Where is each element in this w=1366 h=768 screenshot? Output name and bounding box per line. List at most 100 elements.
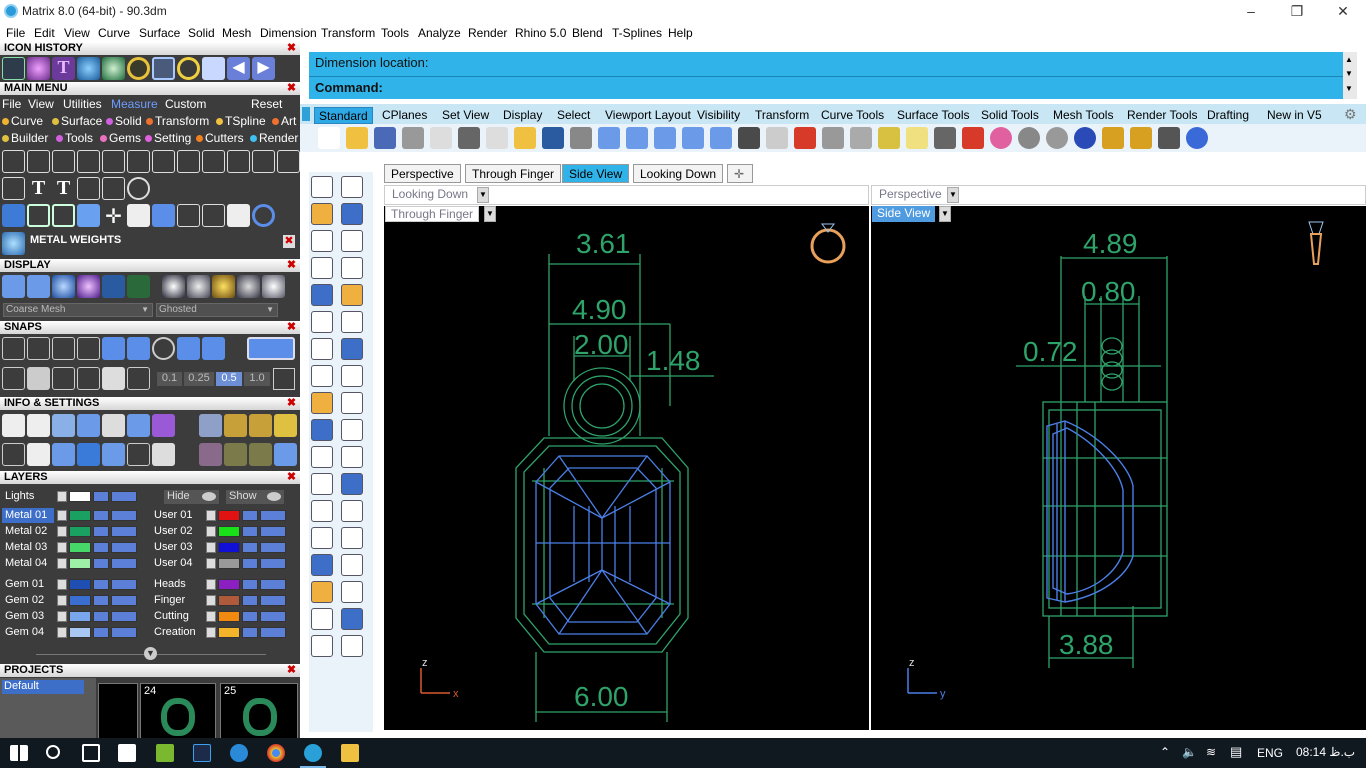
close-icon[interactable]: ✖ <box>286 321 297 333</box>
layer-color-swatch[interactable] <box>69 510 91 521</box>
vertical-dim-icon[interactable] <box>102 150 125 173</box>
filter-icon[interactable] <box>102 443 125 466</box>
tab-curve-tools[interactable]: Curve Tools <box>817 107 888 124</box>
settings-gear-icon[interactable] <box>2 414 25 437</box>
command-scrollbar[interactable]: ▲ ▼ ▼ <box>1343 52 1357 99</box>
mirror-icon[interactable] <box>341 527 363 549</box>
visibility-icon[interactable] <box>111 558 137 569</box>
layer-color-swatch[interactable] <box>69 558 91 569</box>
blue-sphere-icon[interactable] <box>1074 127 1096 149</box>
restore-button[interactable]: ❐ <box>1274 0 1320 23</box>
sphere-tool-icon[interactable] <box>27 57 50 80</box>
menu-help[interactable]: Help <box>668 26 693 40</box>
rotate-info-icon[interactable] <box>199 443 222 466</box>
dim-style-icon[interactable] <box>277 150 300 173</box>
close-icon[interactable]: ✖ <box>286 82 297 94</box>
main-menu-gems[interactable]: Gems <box>100 131 141 145</box>
layer-color-swatch[interactable] <box>218 579 240 590</box>
lock-icon[interactable] <box>242 558 258 569</box>
close-button[interactable]: ✕ <box>1320 0 1366 23</box>
layer-row-gem-03[interactable]: Gem 03 <box>2 609 142 624</box>
display-mode-select[interactable]: Ghosted ▼ <box>156 303 278 317</box>
lock-icon[interactable] <box>242 510 258 521</box>
folder-tool-icon[interactable] <box>202 57 225 80</box>
cube-icon[interactable] <box>2 204 25 227</box>
layer-row-gem-01[interactable]: Gem 01 <box>2 577 142 592</box>
diamond-snap-icon[interactable] <box>102 367 125 390</box>
join-icon[interactable] <box>341 392 363 414</box>
main-menu-art[interactable]: Art <box>272 114 296 128</box>
zoom-icon[interactable] <box>710 127 732 149</box>
zoom-window-icon[interactable] <box>626 127 648 149</box>
help-icon[interactable] <box>1186 127 1208 149</box>
boolean-icon[interactable] <box>311 446 333 468</box>
lock-icon[interactable] <box>242 627 258 638</box>
layer-color-swatch[interactable] <box>69 526 91 537</box>
visibility-icon[interactable] <box>260 579 286 590</box>
visibility-icon[interactable] <box>111 579 137 590</box>
technical-icon[interactable] <box>127 275 150 298</box>
box-icon[interactable] <box>311 338 333 360</box>
layer-row-user-02[interactable]: User 02 <box>151 524 291 539</box>
white-sphere-icon[interactable] <box>1046 127 1068 149</box>
layer-expand-icon[interactable] <box>57 627 67 638</box>
text-icon[interactable] <box>311 500 333 522</box>
lock-icon[interactable] <box>93 542 109 553</box>
chevron-down-icon[interactable]: ▼ <box>947 187 959 203</box>
main-menu-custom[interactable]: Custom <box>165 97 206 111</box>
layer-row-metal-02[interactable]: Metal 02 <box>2 524 142 539</box>
menu-tools[interactable]: Tools <box>381 26 409 40</box>
file-explorer-icon[interactable] <box>341 744 359 762</box>
analysis-icon[interactable] <box>27 414 50 437</box>
menu-rhino5[interactable]: Rhino 5.0 <box>515 26 566 40</box>
solid-info-icon[interactable] <box>77 443 100 466</box>
wire-sphere-icon[interactable] <box>237 275 260 298</box>
mesh-density-select[interactable]: Coarse Mesh ▼ <box>3 303 153 317</box>
polyline-icon[interactable] <box>311 203 333 225</box>
tab-transform[interactable]: Transform <box>751 107 813 124</box>
layer-expand-icon[interactable] <box>57 542 67 553</box>
rotate-view-icon[interactable] <box>598 127 620 149</box>
layer-color-swatch[interactable] <box>218 627 240 638</box>
trim-icon[interactable] <box>341 419 363 441</box>
layer-row-metal-03[interactable]: Metal 03 <box>2 540 142 555</box>
main-menu-cutters[interactable]: Cutters <box>196 131 244 145</box>
select-arrow-icon[interactable] <box>311 176 333 198</box>
visibility-icon[interactable] <box>111 542 137 553</box>
visibility-icon[interactable] <box>260 510 286 521</box>
layer-expand-icon[interactable] <box>57 611 67 622</box>
lock-icon[interactable] <box>242 611 258 622</box>
print-icon[interactable] <box>402 127 424 149</box>
vp-label-perspective[interactable]: Perspective <box>874 187 947 203</box>
windows-start-icon[interactable] <box>10 745 28 761</box>
project-default[interactable]: Default <box>2 680 84 694</box>
scale-info-icon[interactable] <box>249 443 272 466</box>
minimize-button[interactable]: – <box>1228 0 1274 23</box>
layer-row-creation[interactable]: Creation <box>151 625 291 640</box>
layer-expand-icon[interactable] <box>206 558 216 569</box>
lock-icon[interactable] <box>242 542 258 553</box>
tab-viewport-layout[interactable]: Viewport Layout <box>601 107 695 124</box>
expand-icon[interactable]: ▼ <box>144 647 157 660</box>
text-block-icon[interactable]: T <box>52 177 75 200</box>
cam3-icon[interactable] <box>249 414 272 437</box>
gumball-snap-icon[interactable] <box>127 367 150 390</box>
group-icon[interactable] <box>177 204 200 227</box>
layer-color-swatch[interactable] <box>218 558 240 569</box>
close-icon[interactable]: ✖ <box>286 42 297 54</box>
task-view-icon[interactable] <box>82 744 100 762</box>
layer-expand-icon[interactable] <box>57 558 67 569</box>
layer-row-gem-04[interactable]: Gem 04 <box>2 625 142 640</box>
edge-icon[interactable] <box>230 744 248 762</box>
circle-icon[interactable] <box>252 204 275 227</box>
lock-icon[interactable] <box>93 611 109 622</box>
tab-display[interactable]: Display <box>499 107 546 124</box>
layer-row-metal-01[interactable]: Metal 01 <box>2 508 142 523</box>
menu-surface[interactable]: Surface <box>139 26 180 40</box>
array-icon[interactable] <box>311 527 333 549</box>
point-icon[interactable] <box>341 176 363 198</box>
pen-sphere-icon[interactable] <box>187 275 210 298</box>
metal-weights-label[interactable]: METAL WEIGHTS <box>30 234 121 246</box>
layer-expand-icon[interactable] <box>206 579 216 590</box>
main-menu-tools[interactable]: Tools <box>56 131 93 145</box>
